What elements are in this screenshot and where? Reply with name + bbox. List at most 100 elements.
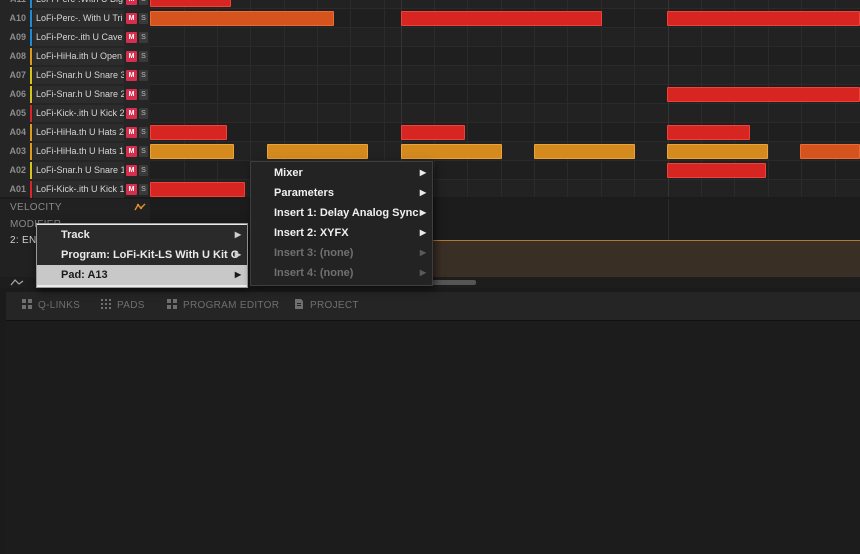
velocity-lane-label[interactable]: VELOCITY [10,202,62,213]
submenu-item-insert-3: Insert 3: (none) ▶ [251,243,432,263]
submenu-item-parameters[interactable]: Parameters ▶ [251,183,432,203]
solo-button[interactable]: S [139,32,148,43]
track-color-strip [30,10,32,27]
track-name[interactable]: LoFi-Snar.h U Snare 1 [33,162,124,179]
midi-note[interactable] [667,125,750,140]
solo-button[interactable]: S [139,70,148,81]
menu-item-pad[interactable]: Pad: A13 ▶ [37,265,247,285]
midi-note[interactable] [401,11,602,26]
track-name[interactable]: LoFi-Kick-.ith U Kick 2 [33,105,124,122]
track-name[interactable]: LoFi-Kick-.ith U Kick 1 [33,181,124,198]
track-row[interactable]: A01 LoFi-Kick-.ith U Kick 1MS [0,180,150,199]
grid-lane[interactable] [150,28,860,47]
mute-button[interactable]: M [126,89,137,100]
solo-button[interactable]: S [139,108,148,119]
submenu-arrow-icon: ▶ [419,208,426,217]
grid-line [601,0,602,197]
mute-button[interactable]: M [126,127,137,138]
track-name[interactable]: LoFi-HiHa.ith U Open [33,48,124,65]
envelope-lane-label[interactable]: 2: EN [10,235,37,246]
curve-tool-icon[interactable] [10,278,24,287]
midi-note[interactable] [150,0,231,7]
tab-program-editor[interactable]: PROGRAM EDITOR [167,292,279,320]
mute-button[interactable]: M [126,0,137,5]
solo-button[interactable]: S [139,146,148,157]
menu-item-program[interactable]: Program: LoFi-Kit-LS With U Kit C ▶ [37,245,247,265]
solo-button[interactable]: S [139,89,148,100]
track-color-strip [30,162,32,179]
track-row[interactable]: A11LoFi-Perc-.With U BigMS [0,0,150,9]
context-menu: Track ▶ Program: LoFi-Kit-LS With U Kit … [36,223,248,288]
midi-note[interactable] [667,144,768,159]
midi-note[interactable] [667,87,860,102]
submenu-item-insert-4: Insert 4: (none) ▶ [251,263,432,283]
submenu-arrow-icon: ▶ [234,270,241,279]
submenu-item-insert-1[interactable]: Insert 1: Delay Analog Sync ▶ [251,203,432,223]
midi-note[interactable] [150,144,234,159]
solo-button[interactable]: S [139,13,148,24]
track-name[interactable]: LoFi-Perc-. With U Tri [33,10,124,27]
grid-lane[interactable] [150,104,860,123]
mute-button[interactable]: M [126,70,137,81]
pad-submenu: Mixer ▶ Parameters ▶ Insert 1: Delay Ana… [250,161,433,286]
track-row[interactable]: A05 LoFi-Kick-.ith U Kick 2MS [0,104,150,123]
tab-pads[interactable]: PADS [101,292,145,320]
midi-note[interactable] [150,125,227,140]
grid-lane[interactable] [150,47,860,66]
midi-note[interactable] [667,163,766,178]
track-row[interactable]: A06 LoFi-Snar.h U Snare 2MS [0,85,150,104]
solo-button[interactable]: S [139,51,148,62]
midi-note[interactable] [667,11,860,26]
track-name[interactable]: LoFi-HiHa.th U Hats 1 [33,143,124,160]
mute-button[interactable]: M [126,146,137,157]
tab-project[interactable]: PROJECT [294,292,359,320]
track-name[interactable]: LoFi-Perc-.With U Big [33,0,124,8]
menu-item-label: Track [61,229,90,241]
menu-item-track[interactable]: Track ▶ [37,225,247,245]
track-name[interactable]: LoFi-Perc-.ith U Cave [33,29,124,46]
track-name[interactable]: LoFi-Snar.h U Snare 2 [33,86,124,103]
midi-note[interactable] [534,144,635,159]
midi-note[interactable] [150,182,245,197]
mute-button[interactable]: M [126,32,137,43]
menu-item-label: Insert 4: (none) [274,267,354,279]
grid-lane[interactable] [150,123,860,142]
track-row[interactable]: A04 LoFi-HiHa.th U Hats 2MS [0,123,150,142]
track-row[interactable]: A08 LoFi-HiHa.ith U Open M S [0,47,150,66]
mute-button[interactable]: M [126,165,137,176]
midi-note[interactable] [150,11,334,26]
mute-button[interactable]: M [126,51,137,62]
grid-line [184,0,185,197]
track-row[interactable]: A09 LoFi-Perc-.ith U Cave M S [0,28,150,47]
track-row[interactable]: A02 LoFi-Snar.h U Snare 1MS [0,161,150,180]
midi-note[interactable] [401,144,502,159]
mute-button[interactable]: M [126,108,137,119]
solo-button[interactable]: S [139,184,148,195]
solo-button[interactable]: S [139,165,148,176]
submenu-item-insert-2[interactable]: Insert 2: XYFX ▶ [251,223,432,243]
track-row[interactable]: A07 LoFi-Snar.h U Snare 3MS [0,66,150,85]
solo-button[interactable]: S [139,0,148,5]
menu-item-label: Insert 2: XYFX [274,227,349,239]
menu-item-label: Mixer [274,167,303,179]
envelope-icon[interactable] [134,202,146,212]
grid-line [217,0,218,197]
midi-note[interactable] [267,144,368,159]
solo-button[interactable]: S [139,127,148,138]
mute-button[interactable]: M [126,184,137,195]
submenu-item-mixer[interactable]: Mixer ▶ [251,163,432,183]
tab-q-links[interactable]: Q-LINKS [22,292,80,320]
track-row[interactable]: A03 LoFi-HiHa.th U Hats 1MS [0,142,150,161]
mute-button[interactable]: M [126,13,137,24]
grid-lane[interactable] [150,0,860,9]
midi-note[interactable] [800,144,860,159]
track-name[interactable]: LoFi-Snar.h U Snare 3 [33,67,124,84]
grid-lane[interactable] [150,66,860,85]
track-name[interactable]: LoFi-HiHa.th U Hats 2 [33,124,124,141]
track-row[interactable]: A10 LoFi-Perc-. With U Tri M S [0,9,150,28]
track-color-strip [30,143,32,160]
track-color-strip [30,86,32,103]
scrollbar-thumb[interactable] [432,280,476,285]
pad-id: A06 [9,89,26,99]
midi-note[interactable] [401,125,465,140]
